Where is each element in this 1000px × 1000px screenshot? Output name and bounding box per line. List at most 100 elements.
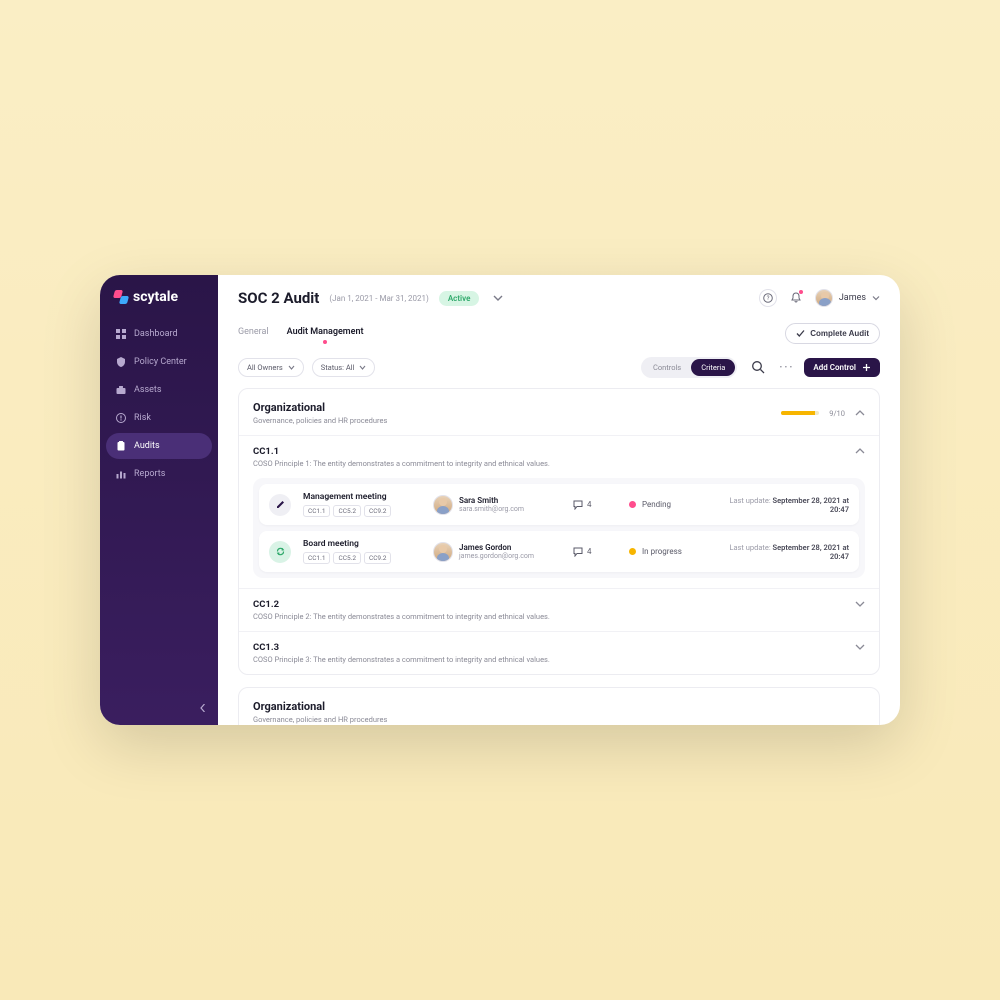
shield-icon	[116, 357, 126, 367]
subsection-code: CC1.2	[253, 599, 550, 610]
owner-email: sara.smith@org.com	[459, 505, 524, 513]
svg-text:?: ?	[766, 295, 769, 302]
avatar	[815, 289, 833, 307]
items-list: Management meeting CC1.1 CC5.2 CC9.2	[253, 478, 865, 578]
help-icon: ?	[763, 293, 773, 303]
status-dot	[629, 501, 636, 508]
tag: CC5.2	[333, 552, 360, 564]
tabs-row: General Audit Management Complete Audit	[218, 313, 900, 352]
subsection-desc: COSO Principle 3: The entity demonstrate…	[253, 655, 550, 664]
pen-icon	[269, 494, 291, 516]
briefcase-icon	[116, 385, 126, 395]
comments[interactable]: 4	[573, 500, 619, 510]
chevron-down-icon	[359, 364, 366, 371]
subsection-header[interactable]: CC1.3 COSO Principle 3: The entity demon…	[253, 642, 865, 664]
title-wrap: SOC 2 Audit (Jan 1, 2021 - Mar 31, 2021)…	[238, 289, 503, 307]
section-card: Organizational Governance, policies and …	[238, 687, 880, 725]
tab-audit-management[interactable]: Audit Management	[287, 327, 364, 341]
chevron-up-icon	[855, 408, 865, 418]
section-header[interactable]: Organizational Governance, policies and …	[239, 688, 879, 725]
tabs: General Audit Management	[238, 327, 364, 341]
clipboard-icon	[116, 441, 126, 451]
expand-subsection-button[interactable]	[855, 599, 865, 609]
tag: CC1.1	[303, 552, 330, 564]
tag: CC5.2	[333, 505, 360, 517]
chevron-down-icon	[855, 642, 865, 652]
item-title: Management meeting	[303, 492, 423, 502]
sidebar-item-dashboard[interactable]: Dashboard	[106, 321, 212, 347]
subsection-desc: COSO Principle 1: The entity demonstrate…	[253, 459, 550, 468]
user-menu[interactable]: James	[815, 289, 880, 307]
sidebar-item-label: Reports	[134, 469, 165, 479]
complete-audit-button[interactable]: Complete Audit	[785, 323, 880, 344]
collapse-section-button[interactable]	[855, 408, 865, 418]
more-button[interactable]: ···	[779, 362, 794, 373]
audit-switcher-button[interactable]	[493, 293, 503, 303]
filter-status[interactable]: Status: All	[312, 358, 376, 377]
help-button[interactable]: ?	[759, 289, 777, 307]
subsection-title-wrap: CC1.1 COSO Principle 1: The entity demon…	[253, 446, 550, 468]
toolbar-right: Controls Criteria ··· Add Control	[641, 356, 880, 378]
view-criteria[interactable]: Criteria	[691, 359, 735, 376]
sidebar-item-label: Risk	[134, 413, 151, 423]
complete-audit-label: Complete Audit	[810, 329, 869, 338]
sidebar-nav: Dashboard Policy Center Assets Risk	[100, 321, 218, 487]
section-header[interactable]: Organizational Governance, policies and …	[239, 389, 879, 435]
view-switch: Controls Criteria	[641, 357, 737, 378]
sidebar-item-audits[interactable]: Audits	[106, 433, 212, 459]
sidebar: scytale Dashboard Policy Center Assets	[100, 275, 218, 725]
chevron-up-icon	[855, 446, 865, 456]
view-controls[interactable]: Controls	[643, 359, 691, 376]
owner: James Gordon james.gordon@org.com	[433, 542, 563, 562]
filter-owners[interactable]: All Owners	[238, 358, 304, 377]
header-actions: ? James	[759, 289, 880, 307]
status: Pending	[629, 500, 709, 509]
progress-bar	[781, 411, 819, 415]
expand-subsection-button[interactable]	[855, 642, 865, 652]
sidebar-item-risk[interactable]: Risk	[106, 405, 212, 431]
sidebar-item-reports[interactable]: Reports	[106, 461, 212, 487]
chevron-left-icon	[199, 704, 207, 712]
notifications-button[interactable]	[787, 289, 805, 307]
sidebar-item-assets[interactable]: Assets	[106, 377, 212, 403]
dashboard-icon	[116, 329, 126, 339]
comments[interactable]: 4	[573, 547, 619, 557]
avatar	[433, 542, 453, 562]
tab-general[interactable]: General	[238, 327, 269, 341]
add-control-button[interactable]: Add Control	[804, 358, 880, 377]
user-name: James	[839, 293, 866, 303]
sidebar-collapse-button[interactable]	[196, 701, 210, 715]
filters: All Owners Status: All	[238, 358, 375, 377]
search-button[interactable]	[747, 356, 769, 378]
collapse-subsection-button[interactable]	[855, 446, 865, 456]
owner: Sara Smith sara.smith@org.com	[433, 495, 563, 515]
item-main: Management meeting CC1.1 CC5.2 CC9.2	[303, 492, 423, 517]
status: In progress	[629, 547, 709, 556]
check-icon	[796, 329, 805, 338]
search-icon	[751, 360, 765, 374]
app-window: scytale Dashboard Policy Center Assets	[100, 275, 900, 725]
section-title: Organizational	[253, 401, 387, 414]
control-item[interactable]: Management meeting CC1.1 CC5.2 CC9.2	[259, 484, 859, 525]
subsection-desc: COSO Principle 2: The entity demonstrate…	[253, 612, 550, 621]
subsection-header[interactable]: CC1.1 COSO Principle 1: The entity demon…	[253, 446, 865, 468]
content[interactable]: Organizational Governance, policies and …	[218, 388, 900, 725]
subsection-header[interactable]: CC1.2 COSO Principle 2: The entity demon…	[253, 599, 865, 621]
plus-icon	[862, 363, 871, 372]
sidebar-item-label: Audits	[134, 441, 160, 451]
sidebar-item-label: Policy Center	[134, 357, 187, 367]
add-control-label: Add Control	[813, 363, 856, 372]
section-subtitle: Governance, policies and HR procedures	[253, 416, 387, 425]
owner-name: Sara Smith	[459, 496, 524, 505]
tag: CC9.2	[364, 552, 391, 564]
control-item[interactable]: Board meeting CC1.1 CC5.2 CC9.2	[259, 531, 859, 572]
section-subtitle: Governance, policies and HR procedures	[253, 715, 387, 724]
avatar	[433, 495, 453, 515]
subsection-title-wrap: CC1.3 COSO Principle 3: The entity demon…	[253, 642, 550, 664]
main: SOC 2 Audit (Jan 1, 2021 - Mar 31, 2021)…	[218, 275, 900, 725]
sidebar-item-label: Dashboard	[134, 329, 178, 339]
sidebar-item-policy-center[interactable]: Policy Center	[106, 349, 212, 375]
comment-icon	[573, 500, 583, 510]
last-update: Last update: September 28, 2021 at 20:47	[719, 496, 849, 514]
sync-icon	[269, 541, 291, 563]
